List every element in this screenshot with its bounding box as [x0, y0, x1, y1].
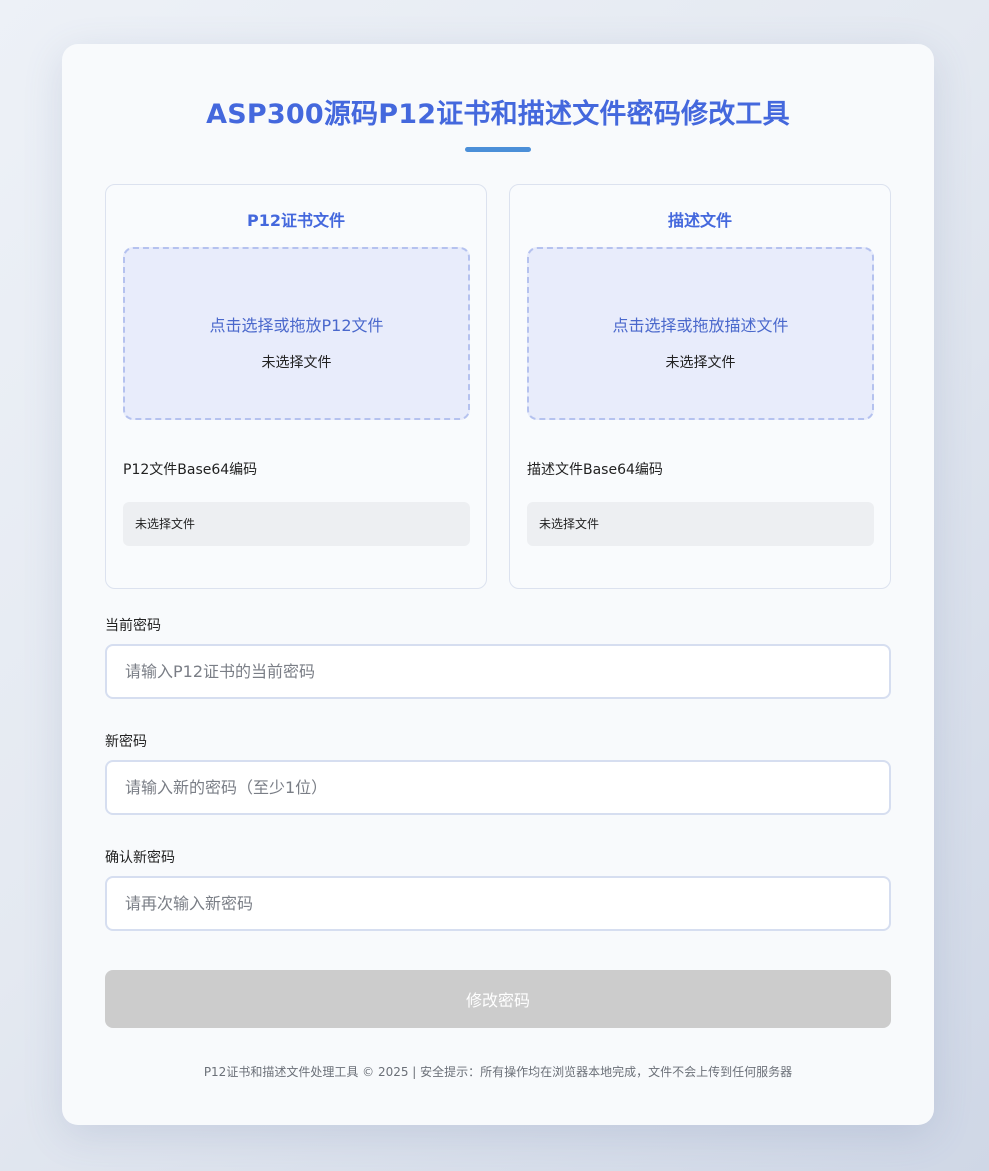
- profile-base64-label: 描述文件Base64编码: [527, 462, 663, 478]
- p12-file-status: 未选择文件: [261, 355, 332, 371]
- current-password-input[interactable]: [105, 644, 891, 699]
- p12-dropzone[interactable]: 点击选择或拖放P12文件 未选择文件: [123, 247, 470, 420]
- change-password-button[interactable]: 修改密码: [105, 970, 891, 1028]
- footer-text: P12证书和描述文件处理工具 © 2025 | 安全提示：所有操作均在浏览器本地…: [203, 1065, 793, 1079]
- main-card: ASP300源码P12证书和描述文件密码修改工具 P12证书文件 点击选择或拖放…: [62, 44, 934, 1125]
- new-password-input[interactable]: [105, 760, 891, 815]
- p12-panel-title: P12证书文件: [247, 211, 345, 230]
- current-password-label: 当前密码: [105, 618, 161, 634]
- profile-base64-output[interactable]: 未选择文件: [527, 502, 874, 546]
- profile-panel: 描述文件 点击选择或拖放描述文件 未选择文件 描述文件Base64编码 未选择文…: [509, 184, 891, 589]
- new-password-label: 新密码: [105, 734, 147, 750]
- p12-drop-text: 点击选择或拖放P12文件: [209, 316, 384, 335]
- p12-base64-output[interactable]: 未选择文件: [123, 502, 470, 546]
- confirm-password-input[interactable]: [105, 876, 891, 931]
- confirm-password-label: 确认新密码: [105, 850, 175, 866]
- profile-panel-title: 描述文件: [667, 211, 732, 230]
- profile-drop-text: 点击选择或拖放描述文件: [612, 316, 789, 335]
- page-title: ASP300源码P12证书和描述文件密码修改工具: [206, 99, 790, 130]
- profile-dropzone[interactable]: 点击选择或拖放描述文件 未选择文件: [527, 247, 874, 420]
- p12-panel: P12证书文件 点击选择或拖放P12文件 未选择文件 P12文件Base64编码…: [105, 184, 487, 589]
- title-underline: [465, 147, 531, 152]
- profile-file-status: 未选择文件: [665, 355, 736, 371]
- p12-base64-label: P12文件Base64编码: [123, 462, 258, 478]
